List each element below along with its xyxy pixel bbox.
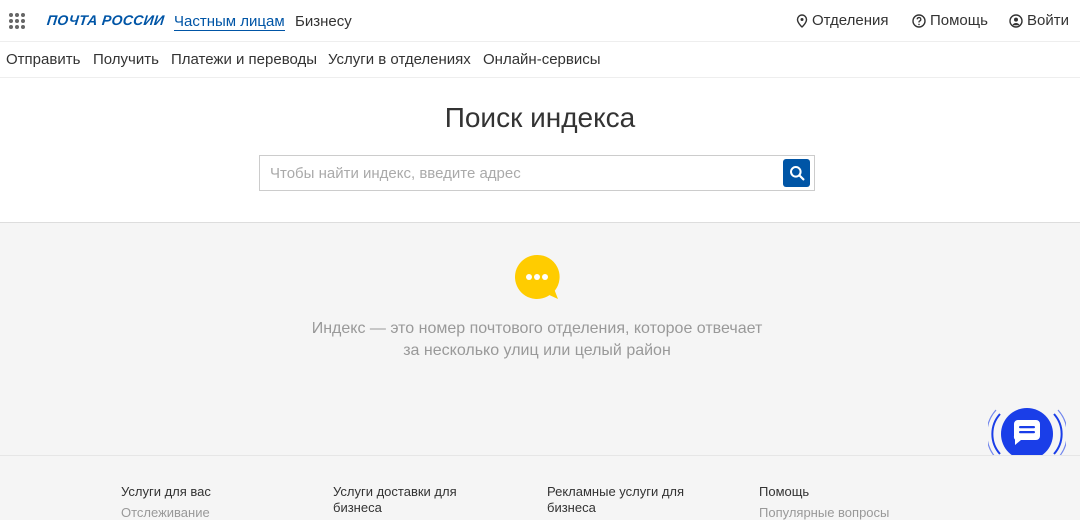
search-icon: [789, 166, 804, 181]
nav-receive[interactable]: Получить: [93, 51, 159, 68]
top-bar: ПОЧТА РОССИИ Частным лицам Бизнесу Отдел…: [0, 0, 1080, 42]
sub-navigation: Отправить Получить Платежи и переводы Ус…: [0, 42, 1080, 78]
search-input[interactable]: [270, 156, 780, 190]
footer-link-tracking[interactable]: Отслеживание: [121, 505, 271, 520]
nav-payments[interactable]: Платежи и переводы: [171, 51, 317, 68]
footer-column-title-cont[interactable]: бизнеса: [333, 500, 483, 516]
offices-link[interactable]: Отделения: [796, 12, 889, 29]
footer-column-services: Услуги для вас Отслеживание: [121, 484, 271, 520]
tab-private[interactable]: Частным лицам: [174, 13, 285, 31]
page-title: Поиск индекса: [444, 102, 636, 133]
footer-column-help: Помощь Популярные вопросы: [759, 484, 909, 520]
footer-column-title: Помощь: [759, 484, 810, 499]
apps-grid-icon[interactable]: [9, 13, 25, 29]
login-link[interactable]: Войти: [1009, 12, 1069, 29]
logo[interactable]: ПОЧТА РОССИИ: [46, 12, 165, 28]
index-description-line2: за несколько улиц или целый район: [403, 342, 671, 359]
login-label: Войти: [1027, 12, 1069, 29]
offices-label: Отделения: [812, 12, 889, 29]
map-pin-icon: [796, 13, 808, 28]
question-circle-icon: [912, 13, 926, 28]
index-description-line1: Индекс — это номер почтового отделения, …: [311, 320, 763, 337]
nav-online-services[interactable]: Онлайн-сервисы: [483, 51, 601, 68]
index-description: Индекс — это номер почтового отделения, …: [0, 318, 1074, 362]
tab-business[interactable]: Бизнесу: [295, 13, 352, 30]
footer-column-advertising: Рекламные услуги для бизнеса: [547, 484, 697, 516]
help-link[interactable]: Помощь: [912, 12, 988, 29]
footer: Услуги для вас Отслеживание Услуги доста…: [0, 455, 1080, 520]
footer-column-title[interactable]: Услуги доставки для: [333, 484, 483, 500]
footer-column-title-cont[interactable]: бизнеса: [547, 500, 697, 516]
search-box: [259, 155, 815, 191]
footer-column-title[interactable]: Рекламные услуги для: [547, 484, 697, 500]
user-circle-icon: [1009, 13, 1023, 28]
nav-send[interactable]: Отправить: [6, 51, 80, 68]
speech-bubble-icon: [514, 254, 560, 299]
search-section: Поиск индекса: [0, 78, 1080, 223]
footer-column-delivery: Услуги доставки для бизнеса: [333, 484, 483, 516]
nav-office-services[interactable]: Услуги в отделениях: [328, 51, 471, 68]
help-label: Помощь: [930, 12, 988, 29]
footer-column-title: Услуги для вас: [121, 484, 211, 499]
footer-link-faq[interactable]: Популярные вопросы: [759, 505, 909, 520]
search-button[interactable]: [783, 159, 810, 187]
